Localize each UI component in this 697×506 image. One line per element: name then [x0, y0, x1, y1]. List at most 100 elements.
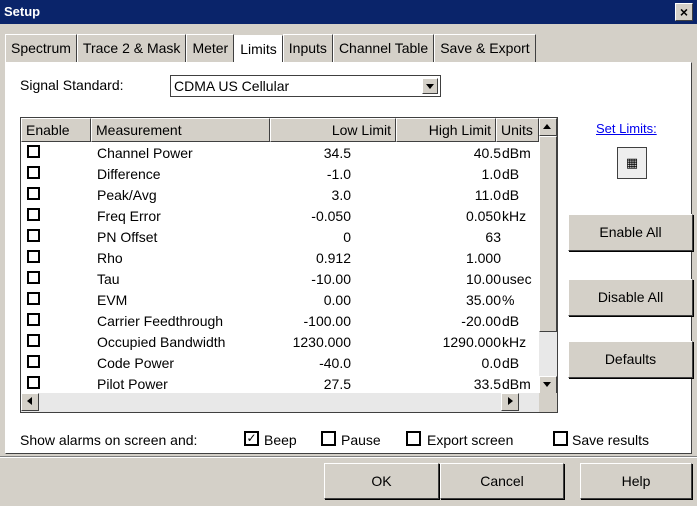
table-row[interactable]: Pilot Power 27.5 33.5 dBm [21, 374, 539, 393]
enable-checkbox[interactable] [27, 313, 40, 326]
high-limit-cell[interactable]: 11.0 [351, 185, 501, 206]
enable-checkbox[interactable] [27, 229, 40, 242]
units-cell[interactable]: dBm [502, 374, 531, 393]
high-limit-cell[interactable]: 33.5 [351, 374, 501, 393]
table-row[interactable]: Freq Error -0.050 0.050 kHz [21, 206, 539, 227]
tab-limits[interactable]: Limits [234, 35, 283, 63]
enable-checkbox[interactable] [27, 166, 40, 179]
low-limit-cell[interactable]: 27.5 [197, 374, 351, 393]
high-limit-cell[interactable]: -20.00 [351, 311, 501, 332]
export-screen-checkbox[interactable] [406, 431, 421, 446]
table-row[interactable]: Tau -10.00 10.00 usec [21, 269, 539, 290]
enable-checkbox[interactable] [27, 271, 40, 284]
tab-meter[interactable]: Meter [186, 34, 235, 62]
high-limit-cell[interactable]: 1.000 [351, 248, 501, 269]
enable-checkbox[interactable] [27, 355, 40, 368]
measurement-cell[interactable]: Peak/Avg [97, 185, 157, 206]
table-row[interactable]: Peak/Avg 3.0 11.0 dB [21, 185, 539, 206]
enable-checkbox[interactable] [27, 292, 40, 305]
beep-checkbox[interactable]: ✓ [244, 431, 259, 446]
signal-standard-dropdown[interactable]: CDMA US Cellular [170, 75, 441, 97]
units-cell[interactable]: usec [502, 269, 532, 290]
measurement-cell[interactable]: Freq Error [97, 206, 161, 227]
cancel-button[interactable]: Cancel [440, 463, 564, 499]
table-row[interactable]: Rho 0.912 1.000 [21, 248, 539, 269]
measurement-cell[interactable]: Code Power [97, 353, 174, 374]
table-row[interactable]: Occupied Bandwidth 1230.000 1290.000 kHz [21, 332, 539, 353]
scroll-left-icon[interactable] [21, 393, 39, 411]
low-limit-cell[interactable]: 0.00 [197, 290, 351, 311]
units-cell[interactable]: dB [502, 353, 519, 374]
units-cell[interactable]: dB [502, 311, 519, 332]
tab-trace-2-mask[interactable]: Trace 2 & Mask [76, 34, 187, 62]
low-limit-cell[interactable]: -1.0 [197, 164, 351, 185]
measurement-cell[interactable]: Channel Power [97, 143, 193, 164]
units-cell[interactable]: kHz [502, 206, 526, 227]
header-enable[interactable]: Enable [21, 118, 91, 142]
measurement-cell[interactable]: Tau [97, 269, 120, 290]
table-row[interactable]: Difference -1.0 1.0 dB [21, 164, 539, 185]
enable-checkbox[interactable] [27, 334, 40, 347]
ok-button[interactable]: OK [324, 463, 439, 499]
units-cell[interactable]: kHz [502, 332, 526, 353]
high-limit-cell[interactable]: 1290.000 [351, 332, 501, 353]
high-limit-cell[interactable]: 1.0 [351, 164, 501, 185]
tab-channel-table[interactable]: Channel Table [332, 34, 435, 62]
high-limit-cell[interactable]: 10.00 [351, 269, 501, 290]
scroll-up-icon[interactable] [539, 118, 557, 136]
tab-spectrum[interactable]: Spectrum [5, 34, 77, 62]
high-limit-cell[interactable]: 35.00 [351, 290, 501, 311]
header-measurement[interactable]: Measurement [91, 118, 270, 142]
scroll-right-icon[interactable] [501, 393, 519, 411]
tab-inputs[interactable]: Inputs [282, 34, 333, 62]
enable-checkbox[interactable] [27, 376, 40, 389]
table-row[interactable]: EVM 0.00 35.00% [21, 290, 539, 311]
units-cell[interactable]: dBm [502, 143, 531, 164]
measurement-cell[interactable]: Pilot Power [97, 374, 168, 393]
measurement-cell[interactable]: PN Offset [97, 227, 157, 248]
disable-all-button[interactable]: Disable All [568, 279, 693, 316]
low-limit-cell[interactable]: -10.00 [197, 269, 351, 290]
defaults-button[interactable]: Defaults [568, 341, 693, 378]
table-row[interactable]: Code Power -40.0 0.0 dB [21, 353, 539, 374]
scroll-down-icon[interactable] [539, 376, 557, 394]
high-limit-cell[interactable]: 40.5 [351, 143, 501, 164]
close-button[interactable]: × [675, 3, 693, 21]
measurement-cell[interactable]: EVM [97, 290, 127, 311]
pause-checkbox[interactable] [321, 431, 336, 446]
low-limit-cell[interactable]: 0.912 [197, 248, 351, 269]
calculator-icon[interactable]: ▦ [617, 147, 647, 179]
low-limit-cell[interactable]: -0.050 [197, 206, 351, 227]
high-limit-cell[interactable]: 0.050 [351, 206, 501, 227]
horizontal-scrollbar[interactable] [21, 393, 539, 412]
high-limit-cell[interactable]: 0.0 [351, 353, 501, 374]
units-cell[interactable]: dB [502, 164, 519, 185]
vertical-scrollbar[interactable] [539, 118, 557, 394]
table-row[interactable]: PN Offset 0 63 [21, 227, 539, 248]
help-button[interactable]: Help [580, 463, 692, 499]
vertical-scroll-thumb[interactable] [539, 136, 557, 332]
enable-checkbox[interactable] [27, 145, 40, 158]
save-results-checkbox[interactable] [553, 431, 568, 446]
low-limit-cell[interactable]: 1230.000 [197, 332, 351, 353]
enable-checkbox[interactable] [27, 208, 40, 221]
chevron-down-icon[interactable] [422, 78, 438, 94]
table-row[interactable]: Channel Power 34.5 40.5 dBm [21, 143, 539, 164]
units-cell[interactable]: dB [502, 185, 519, 206]
set-limits-link[interactable]: Set Limits: [596, 121, 657, 136]
measurement-cell[interactable]: Difference [97, 164, 161, 185]
tab-save-export[interactable]: Save & Export [434, 34, 536, 62]
low-limit-cell[interactable]: 34.5 [197, 143, 351, 164]
header-units[interactable]: Units [496, 118, 539, 142]
low-limit-cell[interactable]: 3.0 [197, 185, 351, 206]
header-low-limit[interactable]: Low Limit [270, 118, 396, 142]
enable-checkbox[interactable] [27, 250, 40, 263]
table-row[interactable]: Carrier Feedthrough -100.00 -20.00 dB [21, 311, 539, 332]
low-limit-cell[interactable]: -100.00 [197, 311, 351, 332]
measurement-cell[interactable]: Rho [97, 248, 123, 269]
units-cell[interactable]: % [502, 290, 514, 311]
header-high-limit[interactable]: High Limit [396, 118, 496, 142]
enable-all-button[interactable]: Enable All [568, 214, 693, 251]
enable-checkbox[interactable] [27, 187, 40, 200]
low-limit-cell[interactable]: 0 [197, 227, 351, 248]
